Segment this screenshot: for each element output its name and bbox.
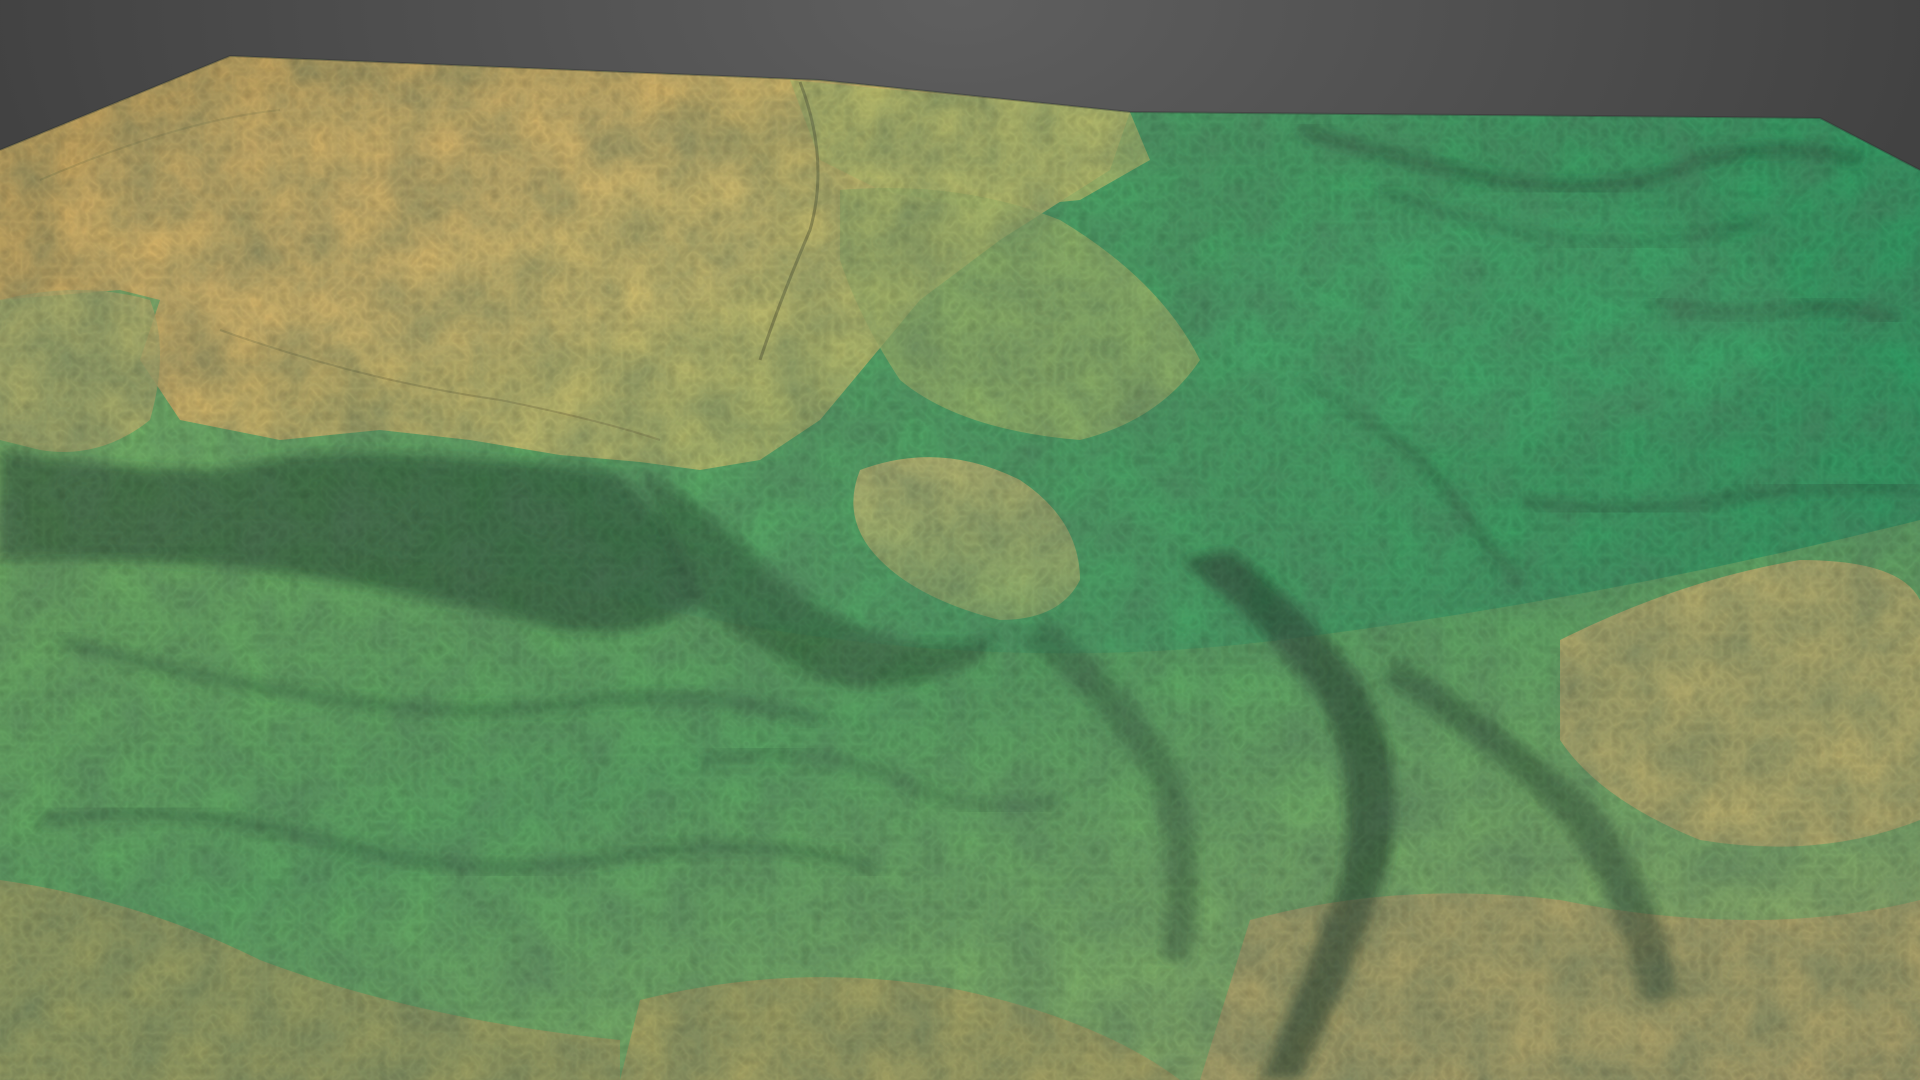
terrain-render xyxy=(0,0,1920,1080)
terrain-viewport[interactable] xyxy=(0,0,1920,1080)
terrain-surface xyxy=(0,56,1920,1080)
